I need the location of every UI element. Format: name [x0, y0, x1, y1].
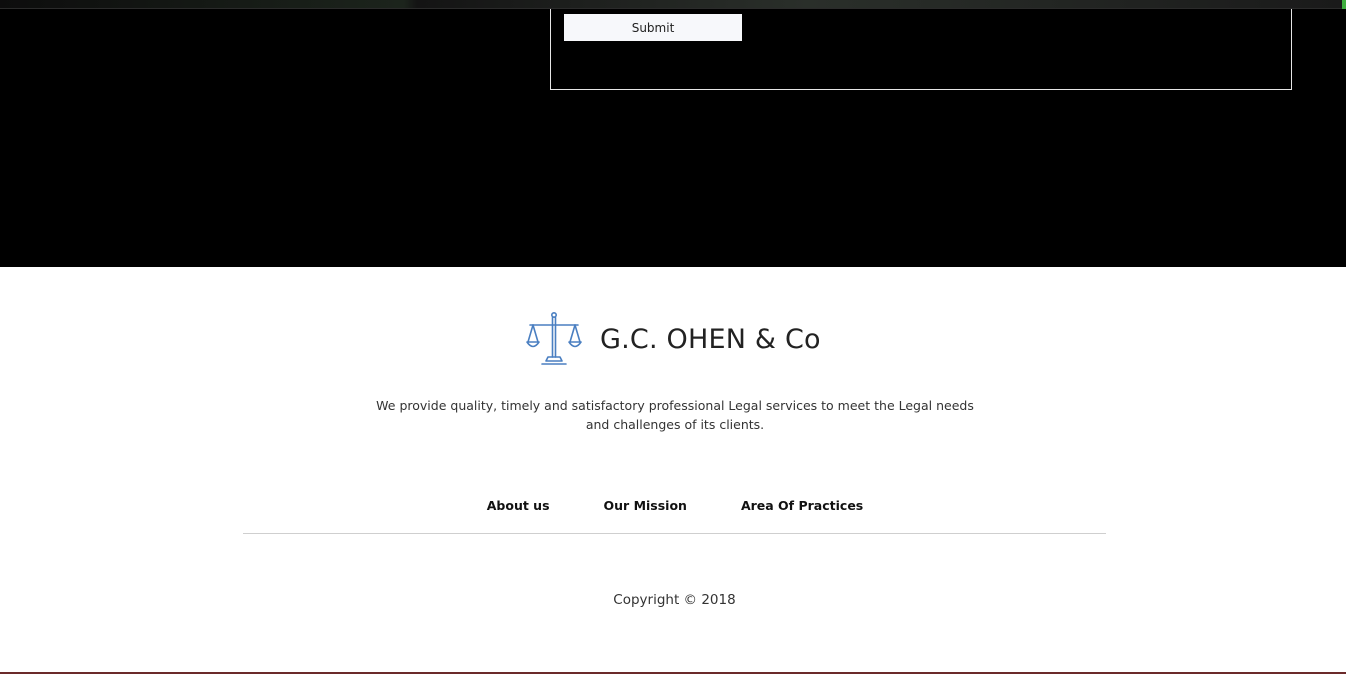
footer-link-area-of-practices[interactable]: Area Of Practices [741, 498, 863, 513]
footer-divider [243, 533, 1106, 534]
contact-section: Submit [0, 0, 1346, 267]
site-footer: G.C. OHEN & Co We provide quality, timel… [0, 267, 1346, 674]
footer-tagline: We provide quality, timely and satisfact… [340, 396, 1010, 434]
footer-link-our-mission[interactable]: Our Mission [604, 498, 687, 513]
scales-of-justice-icon [526, 311, 582, 365]
tagline-line-2: and challenges of its clients. [585, 417, 765, 432]
scrollbar-edge [1342, 0, 1346, 9]
contact-form: Submit [550, 9, 1292, 90]
background-image-strip [0, 0, 1346, 9]
tagline-line-1: We provide quality, timely and satisfact… [376, 398, 974, 413]
footer-nav: About us Our Mission Area Of Practices [0, 498, 1346, 513]
footer-brand[interactable]: G.C. OHEN & Co [526, 311, 821, 367]
footer-link-about-us[interactable]: About us [487, 498, 550, 513]
submit-button[interactable]: Submit [564, 14, 742, 41]
page: Submit G.C. OHEN & Co We provide quality… [0, 0, 1346, 674]
brand-name: G.C. OHEN & Co [600, 323, 821, 355]
copyright-text: Copyright © 2018 [613, 592, 736, 608]
